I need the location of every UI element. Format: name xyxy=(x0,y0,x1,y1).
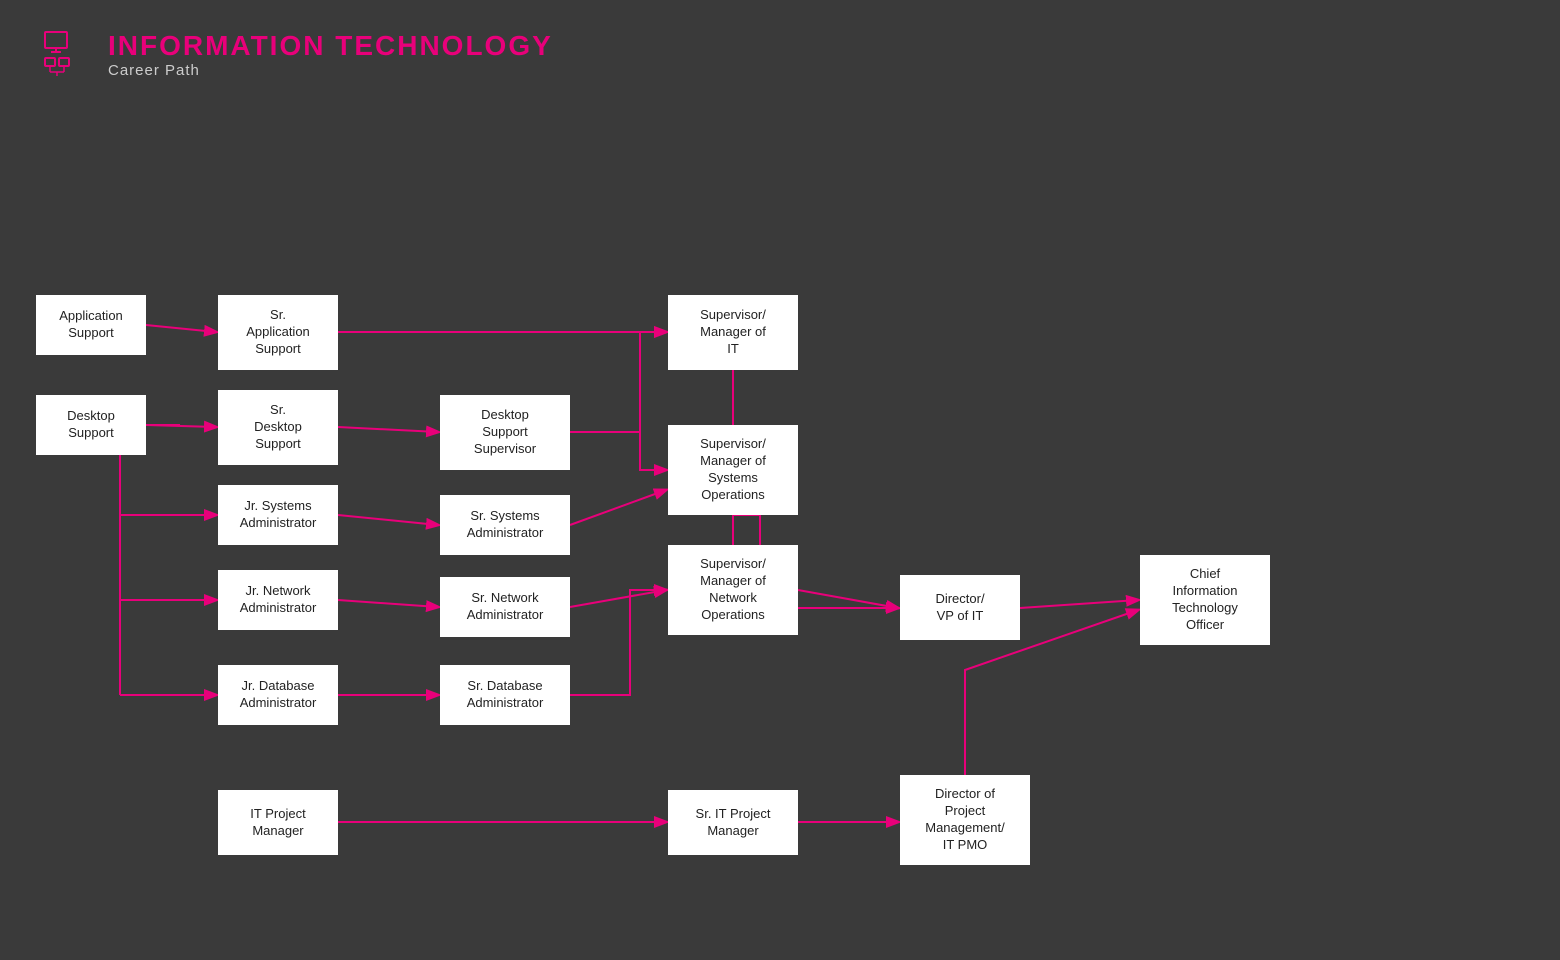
node-cito: Chief Information Technology Officer xyxy=(1140,555,1270,645)
node-desktop-supervisor: Desktop Support Supervisor xyxy=(440,395,570,470)
header-text: INFORMATION TECHNOLOGY Career Path xyxy=(108,31,553,79)
node-supervisor-network: Supervisor/ Manager of Network Operation… xyxy=(668,545,798,635)
diagram-area: Application Support Desktop Support Sr. … xyxy=(0,110,1560,960)
node-it-pm: IT Project Manager xyxy=(218,790,338,855)
node-desktop-support: Desktop Support xyxy=(36,395,146,455)
node-jr-systems-admin: Jr. Systems Administrator xyxy=(218,485,338,545)
node-director-pmo: Director of Project Management/ IT PMO xyxy=(900,775,1030,865)
header: INFORMATION TECHNOLOGY Career Path xyxy=(0,0,1560,100)
node-supervisor-it: Supervisor/ Manager of IT xyxy=(668,295,798,370)
node-jr-network-admin: Jr. Network Administrator xyxy=(218,570,338,630)
node-sr-network-admin: Sr. Network Administrator xyxy=(440,577,570,637)
header-subtitle: Career Path xyxy=(108,62,553,79)
node-director-vp: Director/ VP of IT xyxy=(900,575,1020,640)
node-supervisor-systems: Supervisor/ Manager of Systems Operation… xyxy=(668,425,798,515)
node-app-support: Application Support xyxy=(36,295,146,355)
header-title: INFORMATION TECHNOLOGY xyxy=(108,31,553,62)
node-jr-db-admin: Jr. Database Administrator xyxy=(218,665,338,725)
node-sr-db-admin: Sr. Database Administrator xyxy=(440,665,570,725)
node-sr-systems-admin: Sr. Systems Administrator xyxy=(440,495,570,555)
node-sr-desktop-support: Sr. Desktop Support xyxy=(218,390,338,465)
node-sr-app-support: Sr. Application Support xyxy=(218,295,338,370)
node-sr-it-pm: Sr. IT Project Manager xyxy=(668,790,798,855)
it-icon xyxy=(40,30,90,80)
